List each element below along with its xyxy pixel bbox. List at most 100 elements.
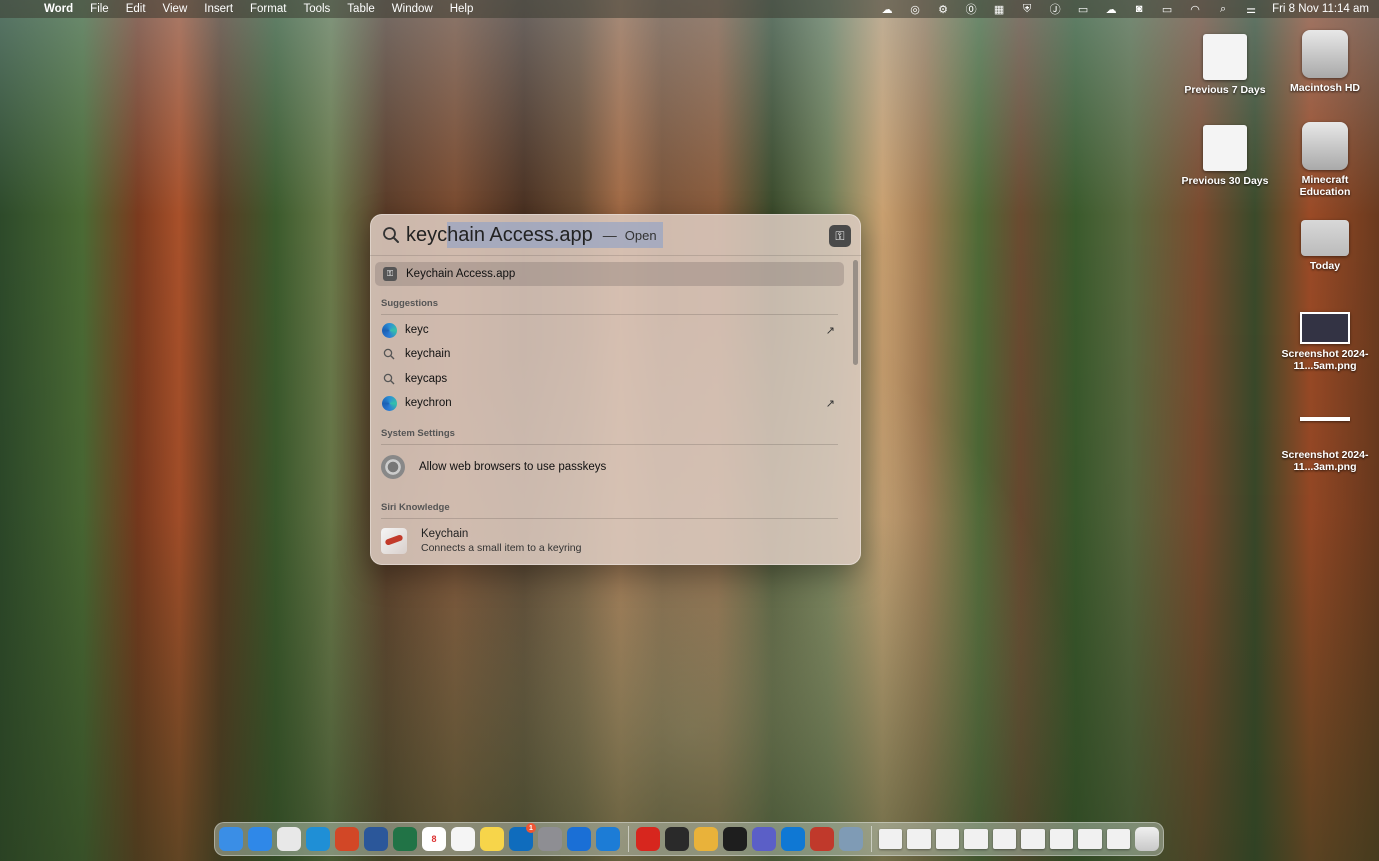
menu-tools[interactable]: Tools: [303, 3, 330, 15]
system-setting-passkeys[interactable]: Allow web browsers to use passkeys: [381, 454, 841, 480]
recent-document-icon[interactable]: [1078, 829, 1102, 849]
safari-icon[interactable]: [248, 827, 272, 851]
open-in-browser-arrow-icon: ↗: [825, 397, 835, 410]
menu-help[interactable]: Help: [450, 3, 474, 15]
menu-window[interactable]: Window: [392, 3, 433, 15]
desktop-item-screenshot-1[interactable]: Screenshot 2024-11...5am.png: [1275, 312, 1375, 372]
outlook-icon[interactable]: ◙: [1132, 3, 1146, 16]
suggestion-keycaps[interactable]: keycaps: [381, 368, 841, 390]
notification-badge: 1: [526, 823, 536, 833]
edge-icon[interactable]: [306, 827, 330, 851]
system-setting-label: Allow web browsers to use passkeys: [419, 461, 607, 473]
dock-separator: [628, 826, 629, 852]
terminal-icon[interactable]: [722, 827, 747, 851]
recent-document-icon[interactable]: [1021, 829, 1045, 849]
user-j-icon[interactable]: Ⓙ: [1048, 3, 1062, 16]
suggestion-keychron[interactable]: keychron ↗: [381, 392, 841, 414]
hard-disk-icon: [1302, 30, 1348, 78]
recent-document-icon[interactable]: [1049, 829, 1074, 849]
siri-knowledge-text: Keychain Connects a small item to a keyr…: [421, 528, 581, 554]
desktop-item-minecraft-education[interactable]: Minecraft Education: [1275, 122, 1375, 198]
notes-icon[interactable]: [480, 827, 504, 851]
onedrive-icon[interactable]: [780, 827, 805, 851]
launchpad-icon[interactable]: [277, 827, 301, 851]
query-completion-text: hain Access.app: [447, 223, 593, 246]
top-hit-label: Keychain Access.app: [406, 268, 516, 280]
top-hit-keychain-access[interactable]: ⚿ Keychain Access.app: [375, 262, 844, 286]
recent-document-icon[interactable]: [878, 829, 903, 849]
app-menu[interactable]: Word: [44, 3, 73, 15]
finder-icon[interactable]: [219, 827, 243, 851]
recent-document-icon[interactable]: [992, 829, 1017, 849]
shield-icon[interactable]: ⛨: [1020, 3, 1034, 16]
siri-knowledge-title: Keychain: [421, 528, 469, 540]
menu-format[interactable]: Format: [250, 3, 286, 15]
menu-insert[interactable]: Insert: [204, 3, 233, 15]
wifi-icon[interactable]: ◠: [1188, 3, 1202, 16]
edge-icon: [381, 322, 397, 338]
control-center-icon[interactable]: ⚌: [1244, 3, 1258, 16]
recent-document-icon[interactable]: [964, 829, 988, 849]
trash-icon[interactable]: [1135, 827, 1160, 851]
system-settings-icon: [381, 455, 405, 479]
onedrive-icon[interactable]: ☁: [880, 3, 894, 16]
keyboard-icon[interactable]: ▭: [1076, 3, 1090, 16]
excel-icon[interactable]: [393, 827, 417, 851]
acrobat-icon[interactable]: [635, 827, 660, 851]
dock: 81: [214, 822, 1164, 856]
spotlight-window: keyc hain Access.app — Open ⚿ ⚿ Keychain…: [370, 214, 861, 565]
siri-knowledge-keychain[interactable]: Keychain Connects a small item to a keyr…: [381, 525, 841, 557]
battery-icon[interactable]: ▭: [1160, 3, 1174, 16]
menu-edit[interactable]: Edit: [126, 3, 146, 15]
open-in-browser-arrow-icon: ↗: [825, 324, 835, 337]
desktop-item-today[interactable]: Today: [1275, 220, 1375, 272]
screenshot-thumbnail-icon: [1300, 312, 1350, 344]
recent-document-icon[interactable]: [935, 829, 960, 849]
section-title-siri-knowledge: Siri Knowledge: [381, 502, 450, 513]
desktop-item-label: Today: [1309, 260, 1341, 272]
desktop-item-label: Previous 30 Days: [1181, 175, 1269, 187]
desktop-item-previous-7-days[interactable]: Previous 7 Days: [1175, 34, 1275, 96]
windows-app-icon[interactable]: [596, 827, 620, 851]
preview-icon[interactable]: [838, 827, 863, 851]
divider: [381, 444, 838, 445]
spotlight-query-input[interactable]: keyc hain Access.app — Open: [406, 221, 663, 249]
reminders-icon[interactable]: [451, 827, 475, 851]
results-scrollbar[interactable]: [853, 260, 858, 365]
calendar-icon[interactable]: 8: [422, 827, 446, 851]
powerpoint-icon[interactable]: [335, 827, 359, 851]
photo-booth-icon[interactable]: [809, 827, 834, 851]
teams-icon[interactable]: [751, 827, 776, 851]
desktop-item-macintosh-hd[interactable]: Macintosh HD: [1275, 30, 1375, 94]
suggestion-keychain[interactable]: keychain: [381, 343, 841, 365]
windows-app-icon[interactable]: ▦: [992, 3, 1006, 16]
screenshot-thumbnail-icon: [1300, 417, 1350, 421]
menu-table[interactable]: Table: [347, 3, 375, 15]
suggestion-keyc[interactable]: keyc ↗: [381, 319, 841, 341]
recent-document-icon[interactable]: [907, 829, 931, 849]
outlook-icon[interactable]: 1: [509, 823, 536, 851]
system-settings-icon[interactable]: [538, 827, 562, 851]
1password-icon[interactable]: ⓪: [964, 3, 978, 16]
section-title-system-settings: System Settings: [381, 428, 455, 439]
cloud-sync-icon[interactable]: ☁: [1104, 3, 1118, 16]
search-icon: [381, 346, 397, 362]
desktop-item-label: Macintosh HD: [1289, 82, 1360, 94]
desktop-item-screenshot-2[interactable]: Screenshot 2024-11...3am.png: [1275, 417, 1375, 473]
desktop-item-previous-30-days[interactable]: Previous 30 Days: [1175, 125, 1275, 187]
search-icon[interactable]: ⌕: [1216, 3, 1230, 16]
folder-icon: [1301, 220, 1349, 256]
divider: [381, 314, 838, 315]
recent-document-icon[interactable]: [1106, 829, 1131, 849]
menu-file[interactable]: File: [90, 3, 109, 15]
creative-cloud-icon[interactable]: ◎: [908, 3, 922, 16]
open-action-label: Open: [624, 227, 657, 243]
menu-bar-clock[interactable]: Fri 8 Nov 11:14 am: [1272, 3, 1369, 15]
word-icon[interactable]: [364, 827, 388, 851]
menu-view[interactable]: View: [163, 3, 188, 15]
search-icon: [381, 371, 397, 387]
terminal-dark-icon[interactable]: [664, 827, 689, 851]
chrome-icon[interactable]: [693, 827, 718, 851]
1password-icon[interactable]: [567, 827, 591, 851]
app-store-icon[interactable]: ⚙: [936, 3, 950, 16]
